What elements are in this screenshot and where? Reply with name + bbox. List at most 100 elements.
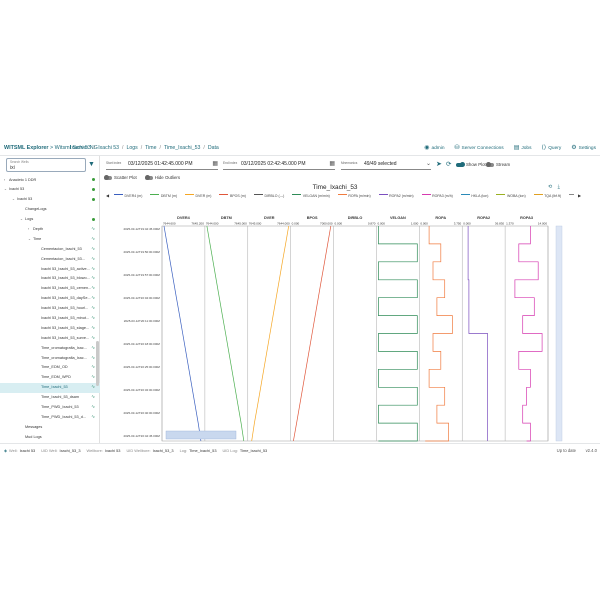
series-line-dver[interactable] [251,225,290,442]
legend-prev-icon[interactable]: ◀ [106,193,109,198]
sidebar-item[interactable]: ⌄ Ixachi 53 [0,185,100,195]
sidebar-item[interactable]: ChangeLogs [0,205,100,215]
series-line-bpos[interactable] [293,225,332,442]
legend-entry[interactable]: ROPA (m/min) [337,193,371,198]
hide-outliers-toggle[interactable]: Hide Outliers [144,175,180,180]
legend-entry[interactable]: DBTM (m) [150,193,177,198]
sidebar-item[interactable]: Messages [0,422,100,432]
mnemonics-select[interactable]: Mnemonics 49/49 selected ⌄ [341,159,431,170]
sidebar-item-label: Ixachi 53_Ixachi_53_blowo... [41,276,90,281]
breadcrumb-item[interactable]: Logs [126,145,137,151]
download-icon[interactable]: ⤓ [558,184,560,190]
search-field[interactable]: Search Wells ixi [6,158,86,172]
search-input[interactable]: ixi [10,165,15,171]
breadcrumb-item[interactable]: Ixachi 53 [98,145,119,151]
chevron-down-icon[interactable]: ⌄ [4,187,7,191]
well-tree: › Anacleto 1 DDR ⌄ Ixachi 53 ⌄ Ixachi 53 Chang… [0,175,100,442]
sidebar-item[interactable]: › Anacleto 1 DDR [0,175,100,185]
chevron-down-icon[interactable]: ⌄ [28,237,31,241]
legend-entry[interactable]: WOBA (ton) [496,193,526,198]
sidebar-item[interactable]: Cementacion_Ixachi_53... ∿ [0,254,100,264]
end-index-field[interactable]: End index 03/12/2025 02:42:45.000 PM ▦ [223,159,335,170]
legend-entry[interactable]: BPOS (m) [219,193,246,198]
sidebar-item[interactable]: ⌄ Time ∿ [0,234,100,244]
sidebar-item[interactable]: Ixachi 53_Ixachi_53_daySe... ∿ [0,294,100,304]
sidebar-item[interactable]: Ixachi 53_Ixachi_53_blowo... ∿ [0,274,100,284]
filter-icon[interactable]: ▼ [88,161,95,168]
sidebar-item[interactable]: Mud Logs [0,432,100,442]
sidebar-item[interactable]: Ixachi 53_Ixachi_53_stage... ∿ [0,323,100,333]
stream-toggle[interactable]: Stream [486,162,510,167]
breadcrumb-item[interactable]: Ixachi 53 [70,145,91,151]
series-line-velgan[interactable] [378,226,418,442]
reset-zoom-icon[interactable]: ⟲ [548,184,552,190]
legend-next-icon[interactable]: ▶ [578,193,581,198]
sidebar-item[interactable]: Time_PWD_Ixachi_53 ∿ [0,402,100,412]
sidebar-item[interactable]: ⌄ Ixachi 53 [0,195,100,205]
top-action-label: Server Connections [461,146,504,151]
start-index-input[interactable]: 03/12/2025 01:42:45.000 PM [128,161,193,167]
outliers-switch[interactable] [144,175,153,180]
legend-entry[interactable]: SP [569,193,574,198]
stream-switch[interactable] [486,162,494,167]
chevron-down-icon[interactable]: ⌄ [20,217,23,221]
calendar-icon[interactable]: ▦ [212,160,218,167]
chevron-right-icon[interactable]: › [28,227,29,231]
admin-button[interactable]: ◉ admin [424,144,444,151]
show-plot-toggle[interactable]: Show Plot [456,162,486,167]
sidebar-item[interactable]: Ixachi 53_Ixachi_53_cemen... ∿ [0,284,100,294]
legend-entry[interactable]: ROPA3 (m/h) [421,193,453,198]
legend-entry[interactable]: ROPA2 (m/min) [378,193,414,198]
legend-entry[interactable]: DVER4 (m) [114,193,142,198]
start-index-field[interactable]: Start index 03/12/2025 01:42:45.000 PM ▦ [106,159,218,170]
sidebar-item[interactable]: Ixachi 53_Ixachi_53_minut... ∿ [0,313,100,323]
log-chart[interactable]: DVER47644.600 7645.200DBTM7644.000 7645.00… [100,183,600,443]
breadcrumb-item[interactable]: Data [208,145,219,151]
legend-label: ROPA2 (m/min) [389,194,414,198]
sidebar-item[interactable]: Time_Ixachi_53_dsam ∿ [0,393,100,403]
series-line-dver4[interactable] [163,225,202,442]
end-index-input[interactable]: 03/12/2025 02:42:45.000 PM [241,161,306,167]
sidebar-item[interactable]: Time_cromatografia_Ixac... ∿ [0,353,100,363]
send-icon[interactable]: ➤ [436,160,442,168]
calendar-icon[interactable]: ▦ [329,160,335,167]
sidebar-item[interactable]: Time_Ixachi_53 ∿ [0,382,100,393]
sidebar-item[interactable]: Time_EDM_OD ∿ [0,363,100,373]
chevron-right-icon[interactable]: › [4,178,5,182]
log-curve-icon: ∿ [91,334,95,340]
series-line-dbtm[interactable] [206,225,245,442]
sidebar-item[interactable]: Cementacion_Ixachi_53 ∿ [0,244,100,254]
scatter-switch[interactable] [104,175,112,180]
settings-button[interactable]: ⚙ Settings [571,144,596,151]
legend-entry[interactable]: TQA (lbf.ft) [533,193,561,198]
query-button[interactable]: ⟨⟩ Query [542,144,562,151]
jobs-button[interactable]: ▤ Jobs [514,144,532,151]
breadcrumb: Ixachi 53/Ixachi 53/Logs / Time / Time_Ixach… [70,145,222,151]
breadcrumb-item[interactable]: Time_Ixachi_53 [164,145,200,151]
sidebar-item[interactable]: › Depth ∿ [0,224,100,234]
series-line-ropa2[interactable] [467,226,488,441]
sidebar-item[interactable]: ⌄ Logs [0,215,100,225]
sidebar-item[interactable]: Ixachi 53_Ixachi_53_hourl... ∿ [0,304,100,314]
series-line-ropa3[interactable] [514,226,543,442]
server-connections-button[interactable]: ⛁ Server Connections [455,144,504,151]
legend-entry[interactable]: VELGAN (m/min) [292,193,330,198]
show-plot-switch[interactable] [456,162,465,167]
vertical-zoom-slider[interactable] [555,225,563,442]
sidebar-scrollbar[interactable] [96,341,99,386]
breadcrumb-item[interactable]: Time [145,145,156,151]
legend-entry[interactable]: DVER (m) [185,193,211,198]
scatter-plot-toggle[interactable]: Scatter Plot [104,175,137,180]
sidebar-item[interactable]: Ixachi 53_Ixachi_53_surve... ∿ [0,333,100,343]
legend-entry[interactable]: DIRBLO (---) [253,193,284,198]
sidebar-item[interactable]: Time_PWD_Ixachi_53_d... ∿ [0,412,100,422]
refresh-icon[interactable]: ⟳ [446,160,451,168]
series-line-ropa[interactable] [425,226,453,442]
sidebar-item[interactable]: Time_EDM_WPD ∿ [0,373,100,383]
chevron-down-icon[interactable]: ⌄ [426,160,431,167]
chevron-down-icon[interactable]: ⌄ [12,197,15,201]
legend-entry[interactable]: HKLA (ton) [460,193,488,198]
sidebar-item[interactable]: Time_cromatografia_Ixac... ∿ [0,343,100,353]
sidebar-item[interactable]: Ixachi 53_Ixachi_53_active... ∿ [0,264,100,274]
horizontal-zoom-slider[interactable] [165,430,237,440]
